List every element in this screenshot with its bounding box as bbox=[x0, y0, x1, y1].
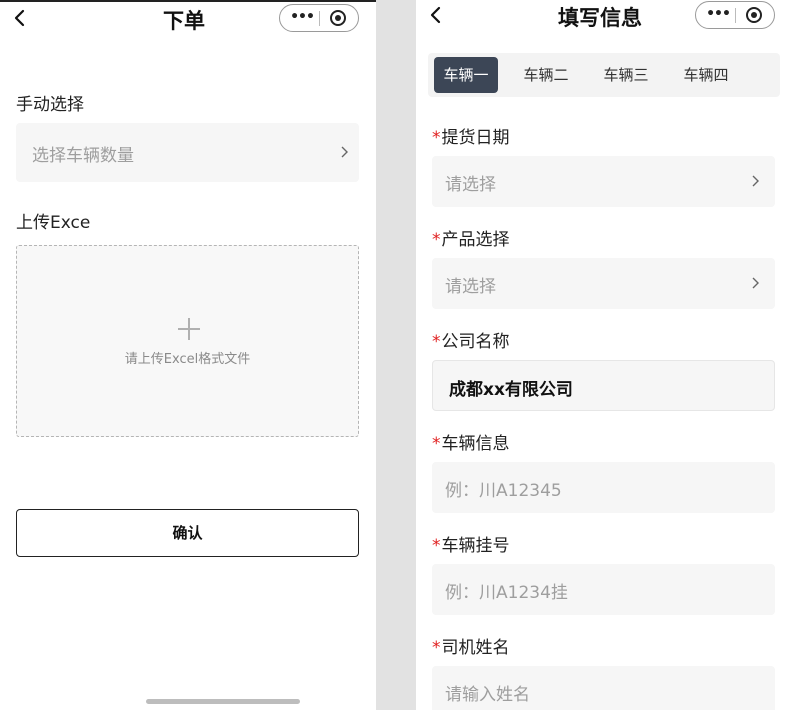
capsule-divider bbox=[735, 8, 736, 23]
driver-name-placeholder: 请输入姓名 bbox=[445, 685, 530, 705]
company-name-label: *公司名称 bbox=[432, 332, 510, 352]
required-mark: * bbox=[432, 128, 441, 148]
back-icon[interactable] bbox=[424, 3, 448, 27]
required-mark: * bbox=[432, 332, 441, 352]
page-title: 下单 bbox=[163, 9, 205, 33]
mini-program-capsule: ••• bbox=[279, 4, 359, 32]
mini-program-capsule: ••• bbox=[695, 1, 775, 29]
company-name-input[interactable]: 成都xx有限公司 bbox=[432, 360, 775, 411]
tab-vehicle-2[interactable]: 车辆二 bbox=[514, 57, 578, 93]
upload-label: 上传Exce bbox=[16, 213, 91, 233]
target-circle-icon[interactable] bbox=[330, 10, 346, 26]
status-divider bbox=[0, 0, 376, 2]
more-dots-icon[interactable]: ••• bbox=[290, 5, 315, 31]
confirm-button[interactable]: 确认 bbox=[16, 509, 359, 557]
driver-name-label: *司机姓名 bbox=[432, 638, 510, 658]
required-mark: * bbox=[432, 638, 441, 658]
required-mark: * bbox=[432, 536, 441, 556]
required-mark: * bbox=[432, 230, 441, 250]
pickup-date-label: *提货日期 bbox=[432, 128, 510, 148]
required-mark: * bbox=[432, 434, 441, 454]
target-circle-icon[interactable] bbox=[746, 7, 762, 23]
vehicle-info-input[interactable]: 例：川A12345 bbox=[432, 462, 775, 513]
vehicle-info-placeholder: 例：川A12345 bbox=[445, 481, 562, 501]
company-name-value: 成都xx有限公司 bbox=[449, 380, 573, 400]
vehicle-count-placeholder: 选择车辆数量 bbox=[32, 146, 134, 166]
tab-vehicle-4[interactable]: 车辆四 bbox=[674, 57, 738, 93]
vehicle-info-label: *车辆信息 bbox=[432, 434, 510, 454]
page-title: 填写信息 bbox=[558, 6, 642, 30]
manual-select-label: 手动选择 bbox=[16, 95, 84, 115]
driver-name-input[interactable]: 请输入姓名 bbox=[432, 666, 775, 710]
more-dots-icon[interactable]: ••• bbox=[706, 2, 731, 28]
product-select[interactable]: 请选择 bbox=[432, 258, 775, 309]
product-placeholder: 请选择 bbox=[445, 277, 496, 297]
home-indicator bbox=[146, 699, 300, 704]
plus-icon bbox=[178, 318, 200, 340]
back-icon[interactable] bbox=[8, 6, 32, 30]
chevron-right-icon bbox=[750, 174, 760, 188]
upload-hint: 请上传Excel格式文件 bbox=[124, 352, 251, 367]
tab-vehicle-3[interactable]: 车辆三 bbox=[594, 57, 658, 93]
capsule-divider bbox=[319, 11, 320, 26]
pickup-date-select[interactable]: 请选择 bbox=[432, 156, 775, 207]
tab-vehicle-1[interactable]: 车辆一 bbox=[434, 57, 498, 93]
pickup-date-placeholder: 请选择 bbox=[445, 175, 496, 195]
product-label: *产品选择 bbox=[432, 230, 510, 250]
trailer-number-input[interactable]: 例：川A1234挂 bbox=[432, 564, 775, 615]
vehicle-tabs: 车辆一 车辆二 车辆三 车辆四 bbox=[428, 53, 780, 97]
screen-gap bbox=[376, 0, 416, 710]
order-screen: 下单 ••• 手动选择 选择车辆数量 上传Exce 请上传Excel格式文件 确… bbox=[0, 0, 376, 710]
trailer-number-placeholder: 例：川A1234挂 bbox=[445, 583, 568, 603]
chevron-right-icon bbox=[750, 276, 760, 290]
trailer-number-label: *车辆挂号 bbox=[432, 536, 510, 556]
fill-info-screen: 填写信息 ••• 车辆一 车辆二 车辆三 车辆四 *提货日期 请选择 *产品选择… bbox=[416, 0, 792, 710]
vehicle-count-select[interactable]: 选择车辆数量 bbox=[16, 123, 359, 182]
excel-upload-area[interactable]: 请上传Excel格式文件 bbox=[16, 245, 359, 437]
chevron-right-icon bbox=[339, 145, 349, 159]
